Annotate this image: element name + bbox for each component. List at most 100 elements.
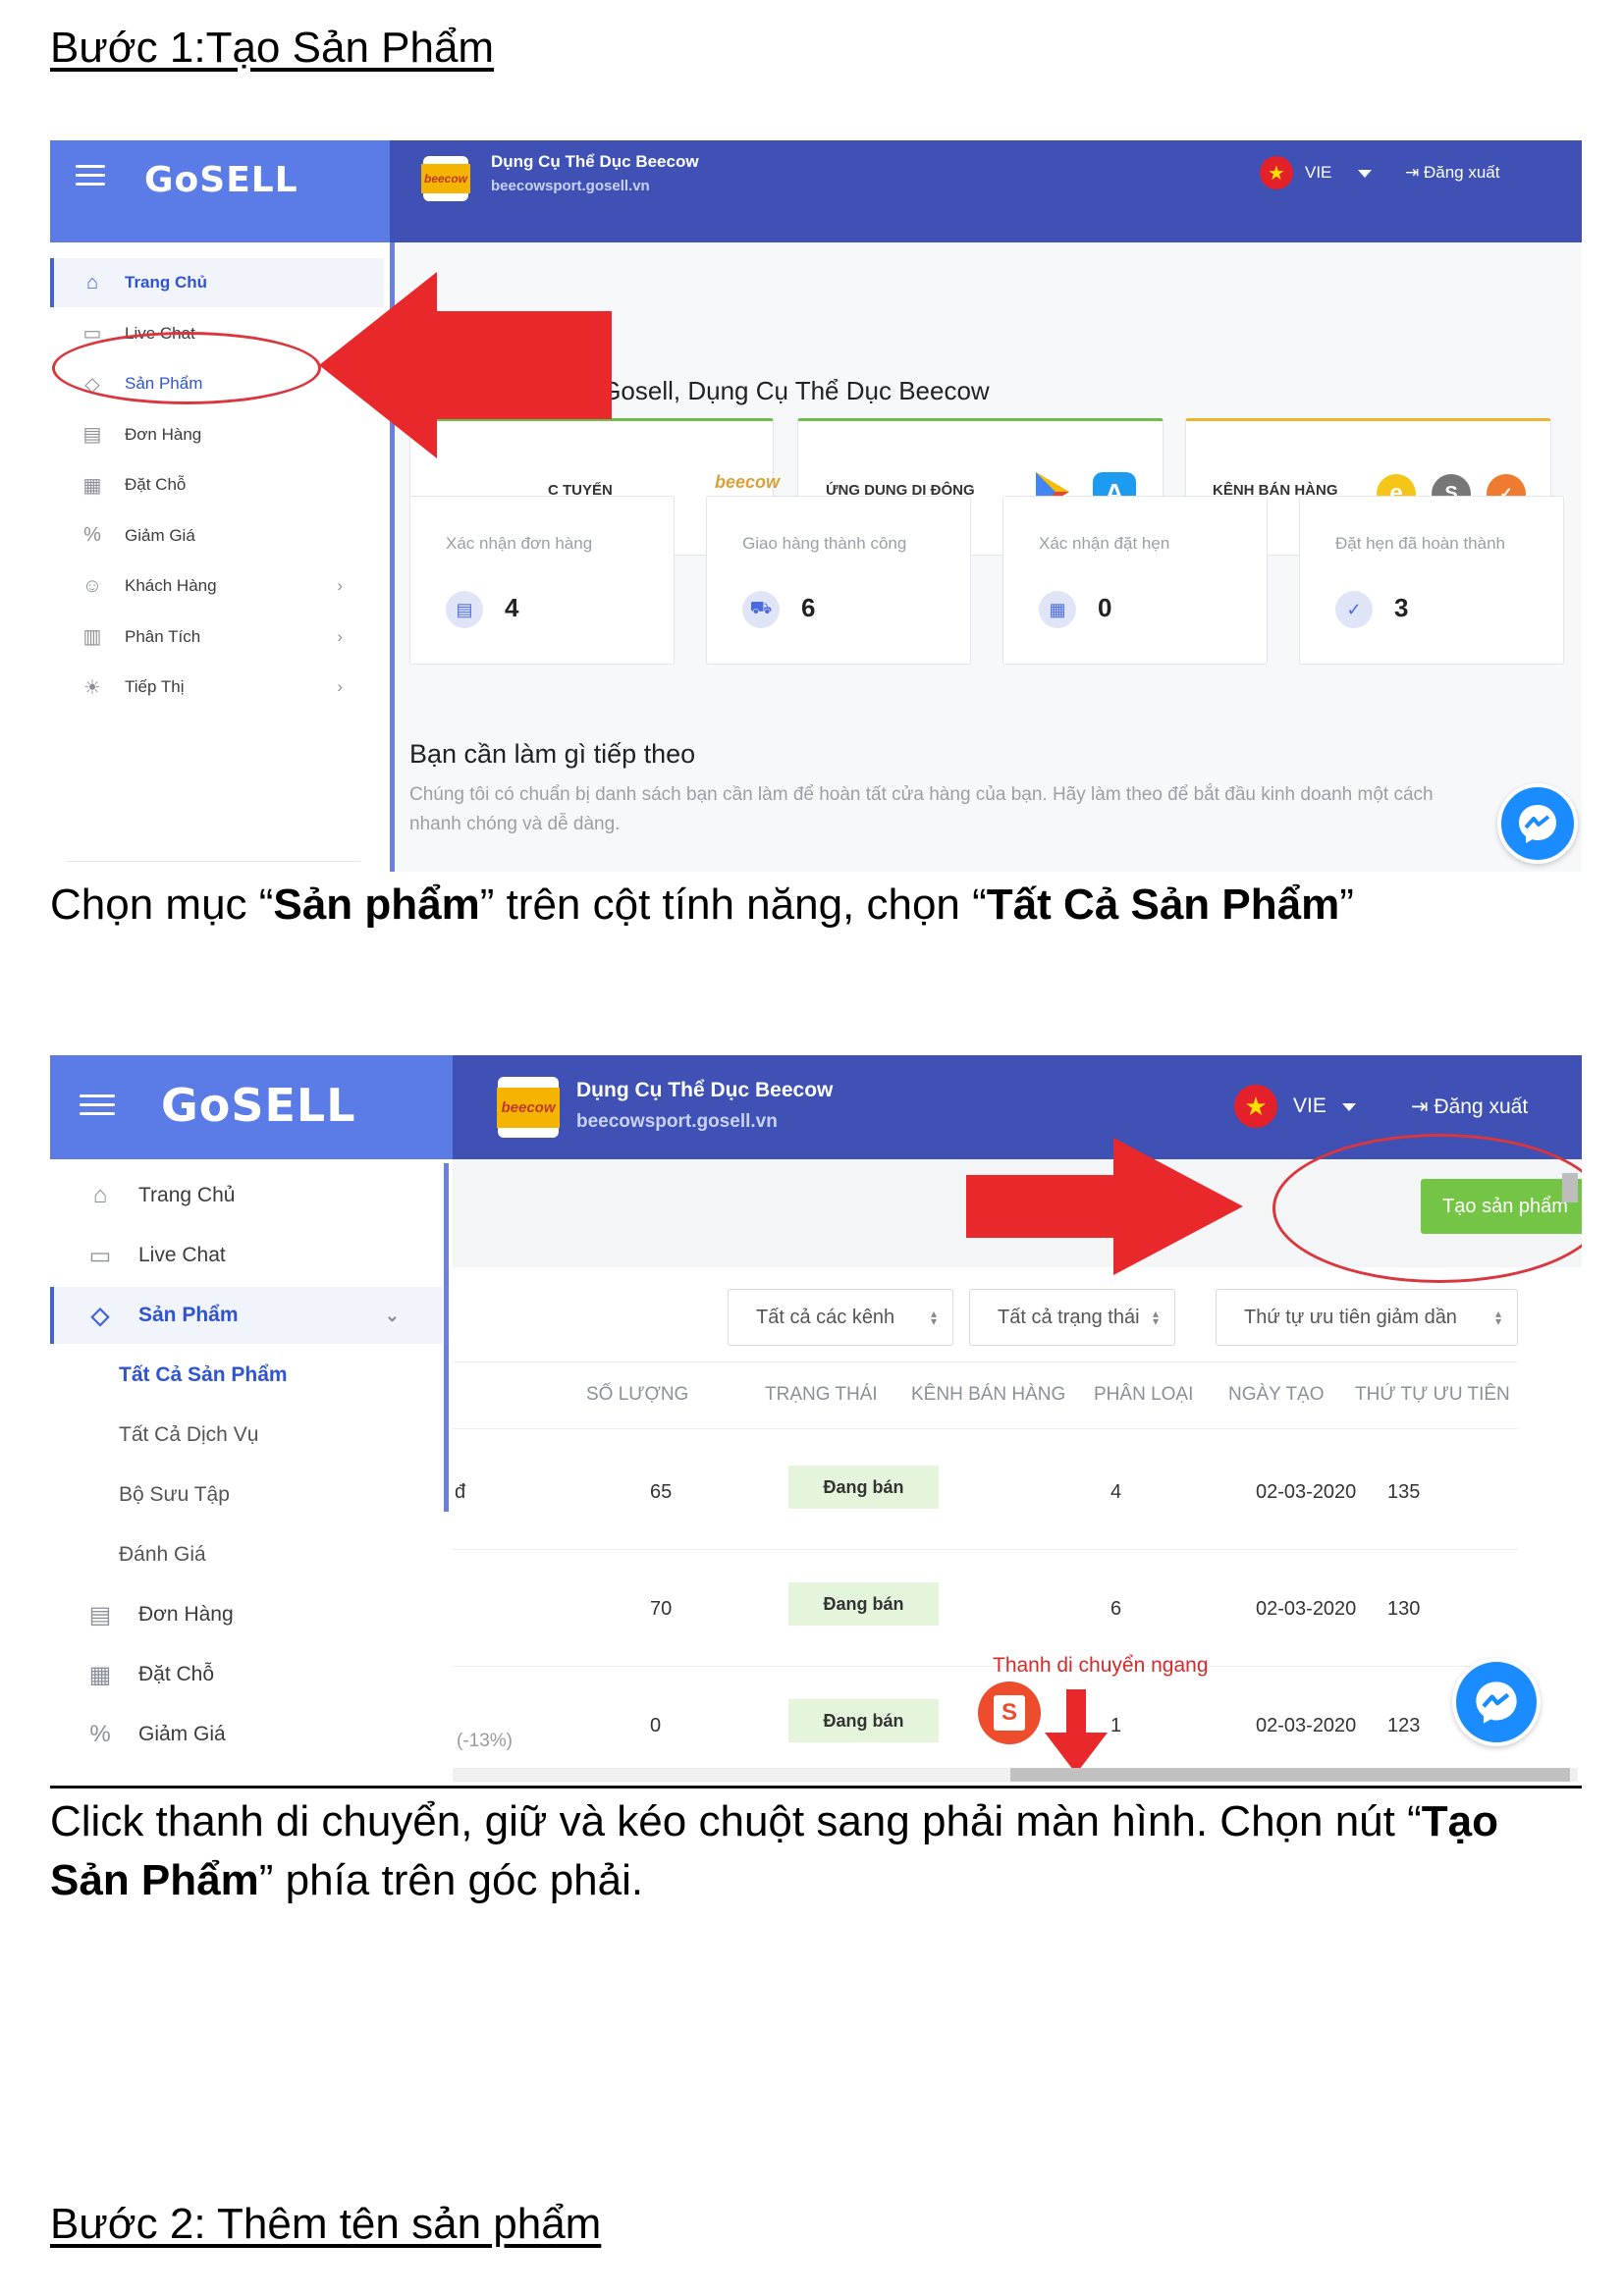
stat-value: 4 (505, 593, 519, 622)
horizontal-scrollbar[interactable] (453, 1768, 1578, 1782)
brand-bar: GoSELL (50, 140, 390, 242)
vietnam-flag-icon[interactable]: ★ (1260, 156, 1293, 189)
menu-icon[interactable] (76, 165, 105, 191)
logout-button[interactable]: ⇥ Đăng xuất (1411, 1095, 1528, 1119)
sidebar-item-label: Tất Cả Dịch Vụ (119, 1423, 259, 1446)
red-arrow-down-icon (1045, 1689, 1108, 1774)
sidebar-scrollbar[interactable] (444, 1163, 449, 1512)
col-status: TRẠNG THÁI (765, 1384, 878, 1405)
status-filter[interactable]: Tất cả trạng thái ▴ ▾ (969, 1289, 1175, 1346)
scroll-annotation: Thanh di chuyển ngang (993, 1654, 1209, 1677)
sidebar-item[interactable]: % Giảm Giá (50, 1706, 443, 1763)
tag-icon: ◇ (90, 1302, 110, 1329)
discount-icon: % (89, 1721, 111, 1747)
step1-instruction: Chọn mục “Sản phẩm” trên cột tính năng, … (50, 881, 1354, 929)
row-prefix: (-13%) (457, 1731, 514, 1751)
messenger-icon[interactable] (1497, 783, 1578, 864)
menu-icon[interactable] (80, 1095, 115, 1121)
priority-sort[interactable]: Thứ tự ưu tiên giảm dần ▴ ▾ (1216, 1289, 1518, 1346)
sidebar-item-label: Trang Chủ (138, 1184, 236, 1206)
sidebar-item[interactable]: ☺ Khách Hàng › (50, 561, 384, 611)
receipt-icon: ▤ (88, 1601, 112, 1629)
sidebar-item-label: Khách Hàng (125, 576, 217, 595)
language-label[interactable]: VIE (1305, 163, 1331, 183)
users-icon: ☺ (81, 574, 103, 597)
divider (453, 1666, 1518, 1667)
truck-icon: ⛟ (742, 591, 780, 628)
sidebar-item[interactable]: ▦ Đặt Chỗ (50, 1646, 443, 1703)
sidebar-item-label: Bộ Sưu Tập (119, 1483, 230, 1506)
sidebar-item-label: Đặt Chỗ (138, 1663, 215, 1685)
sidebar-item[interactable]: ▦ Đặt Chỗ (50, 460, 384, 509)
stat-label: Xác nhận đặt hẹn (1039, 534, 1170, 553)
sidebar-item[interactable]: ▥ Phân Tích › (50, 613, 384, 662)
calendar-icon: ▦ (88, 1661, 112, 1688)
step1-heading: Bước 1:Tạo Sản Phẩm (50, 24, 495, 72)
store-url: beecowsport.gosell.vn (491, 178, 650, 194)
stat-card[interactable]: Giao hàng thành công ⛟ 6 (706, 496, 971, 665)
sidebar-item-label: Đặt Chỗ (125, 475, 187, 494)
sidebar-subitem[interactable]: Bộ Sưu Tập (50, 1467, 443, 1523)
divider (453, 1428, 1518, 1429)
screenshot-dashboard: GoSELL beecow Dụng Cụ Thể Dục Beecow bee… (50, 140, 1582, 872)
store-logo: beecow (497, 1077, 560, 1138)
col-channel: KÊNH BÁN HÀNG (911, 1384, 1066, 1405)
row-date: 02-03-2020 (1256, 1481, 1357, 1503)
row-priority: 130 (1387, 1598, 1421, 1620)
language-caret-icon[interactable] (1342, 1103, 1356, 1111)
stat-card[interactable]: Xác nhận đặt hẹn ▦ 0 (1002, 496, 1268, 665)
sidebar-item[interactable]: ◇ Sản Phẩm ⌄ (50, 1287, 443, 1344)
sidebar-subitem[interactable]: Tất Cả Sản Phẩm (50, 1347, 443, 1404)
sidebar-item[interactable]: ⌂ Trang Chủ (50, 1167, 443, 1224)
brand-bar: GoSELL (50, 1055, 453, 1159)
home-icon: ⌂ (85, 271, 99, 294)
chat-icon: ▭ (88, 1242, 112, 1269)
sidebar-subitem[interactable]: Tất Cả Dịch Vụ (50, 1407, 443, 1464)
channel-filter[interactable]: Tất cả các kênh ▴ ▾ (728, 1289, 953, 1346)
row-variants: 4 (1110, 1481, 1122, 1503)
row-priority: 135 (1387, 1481, 1421, 1503)
stat-value: 6 (801, 593, 816, 622)
bulb-icon: ☀ (83, 676, 101, 699)
next-steps-desc: Chúng tôi có chuẩn bị danh sách bạn cần … (409, 784, 1434, 805)
language-caret-icon[interactable] (1358, 170, 1372, 178)
sidebar-item-label: Sản Phẩm (138, 1304, 239, 1326)
stat-card[interactable]: Đặt hẹn đã hoàn thành ✓ 3 (1299, 496, 1564, 665)
stat-card[interactable]: Xác nhận đơn hàng ▤ 4 (409, 496, 675, 665)
gosell-logo: GoSELL (144, 160, 298, 200)
vietnam-flag-icon[interactable]: ★ (1234, 1085, 1277, 1128)
divider (453, 1549, 1518, 1550)
language-label[interactable]: VIE (1293, 1095, 1326, 1118)
row-prefix: đ (455, 1481, 466, 1503)
sidebar-item[interactable]: ▭ Live Chat (50, 1227, 443, 1284)
logout-button[interactable]: ⇥ Đăng xuất (1405, 163, 1499, 183)
sidebar: ⌂ Trang Chủ ▭ Live Chat ◇ Sản Phẩm ⌄ Tất Cả Sản… (50, 1159, 453, 1789)
messenger-icon[interactable] (1452, 1658, 1541, 1746)
sidebar-subitem[interactable]: Đánh Giá (50, 1526, 443, 1583)
sidebar-item-label: Đơn Hàng (125, 424, 202, 444)
sidebar-item[interactable]: % Giảm Giá (50, 511, 384, 561)
row-date: 02-03-2020 (1256, 1715, 1357, 1736)
chevron-right-icon: › (337, 576, 343, 595)
sidebar-item-label: Giảm Giá (125, 525, 195, 545)
row-date: 02-03-2020 (1256, 1598, 1357, 1620)
row-quantity: 70 (650, 1598, 673, 1620)
home-icon: ⌂ (92, 1182, 108, 1208)
store-name: Dụng Cụ Thể Dục Beecow (491, 152, 699, 171)
sidebar-item-label: Tiếp Thị (125, 677, 185, 696)
stat-value: 0 (1098, 593, 1112, 622)
col-quantity: SỐ LƯỢNG (586, 1384, 689, 1405)
red-arrow-left-icon (319, 272, 612, 458)
divider (50, 1786, 1582, 1789)
scrollbar-thumb[interactable] (1010, 1768, 1570, 1782)
sidebar-item[interactable]: ☀ Tiếp Thị › (50, 663, 384, 712)
status-badge: Đang bán (788, 1582, 939, 1626)
sidebar-item-label: Tất Cả Sản Phẩm (119, 1363, 288, 1386)
check-icon: ✓ (1335, 591, 1373, 628)
sidebar-item-label: Giảm Giá (138, 1723, 226, 1745)
next-steps-title: Bạn cần làm gì tiếp theo (409, 739, 696, 769)
sidebar-item[interactable]: ▤ Đơn Hàng (50, 1586, 443, 1643)
status-badge: Đang bán (788, 1699, 939, 1742)
stat-label: Giao hàng thành công (742, 534, 907, 553)
gosell-logo: GoSELL (161, 1079, 356, 1132)
